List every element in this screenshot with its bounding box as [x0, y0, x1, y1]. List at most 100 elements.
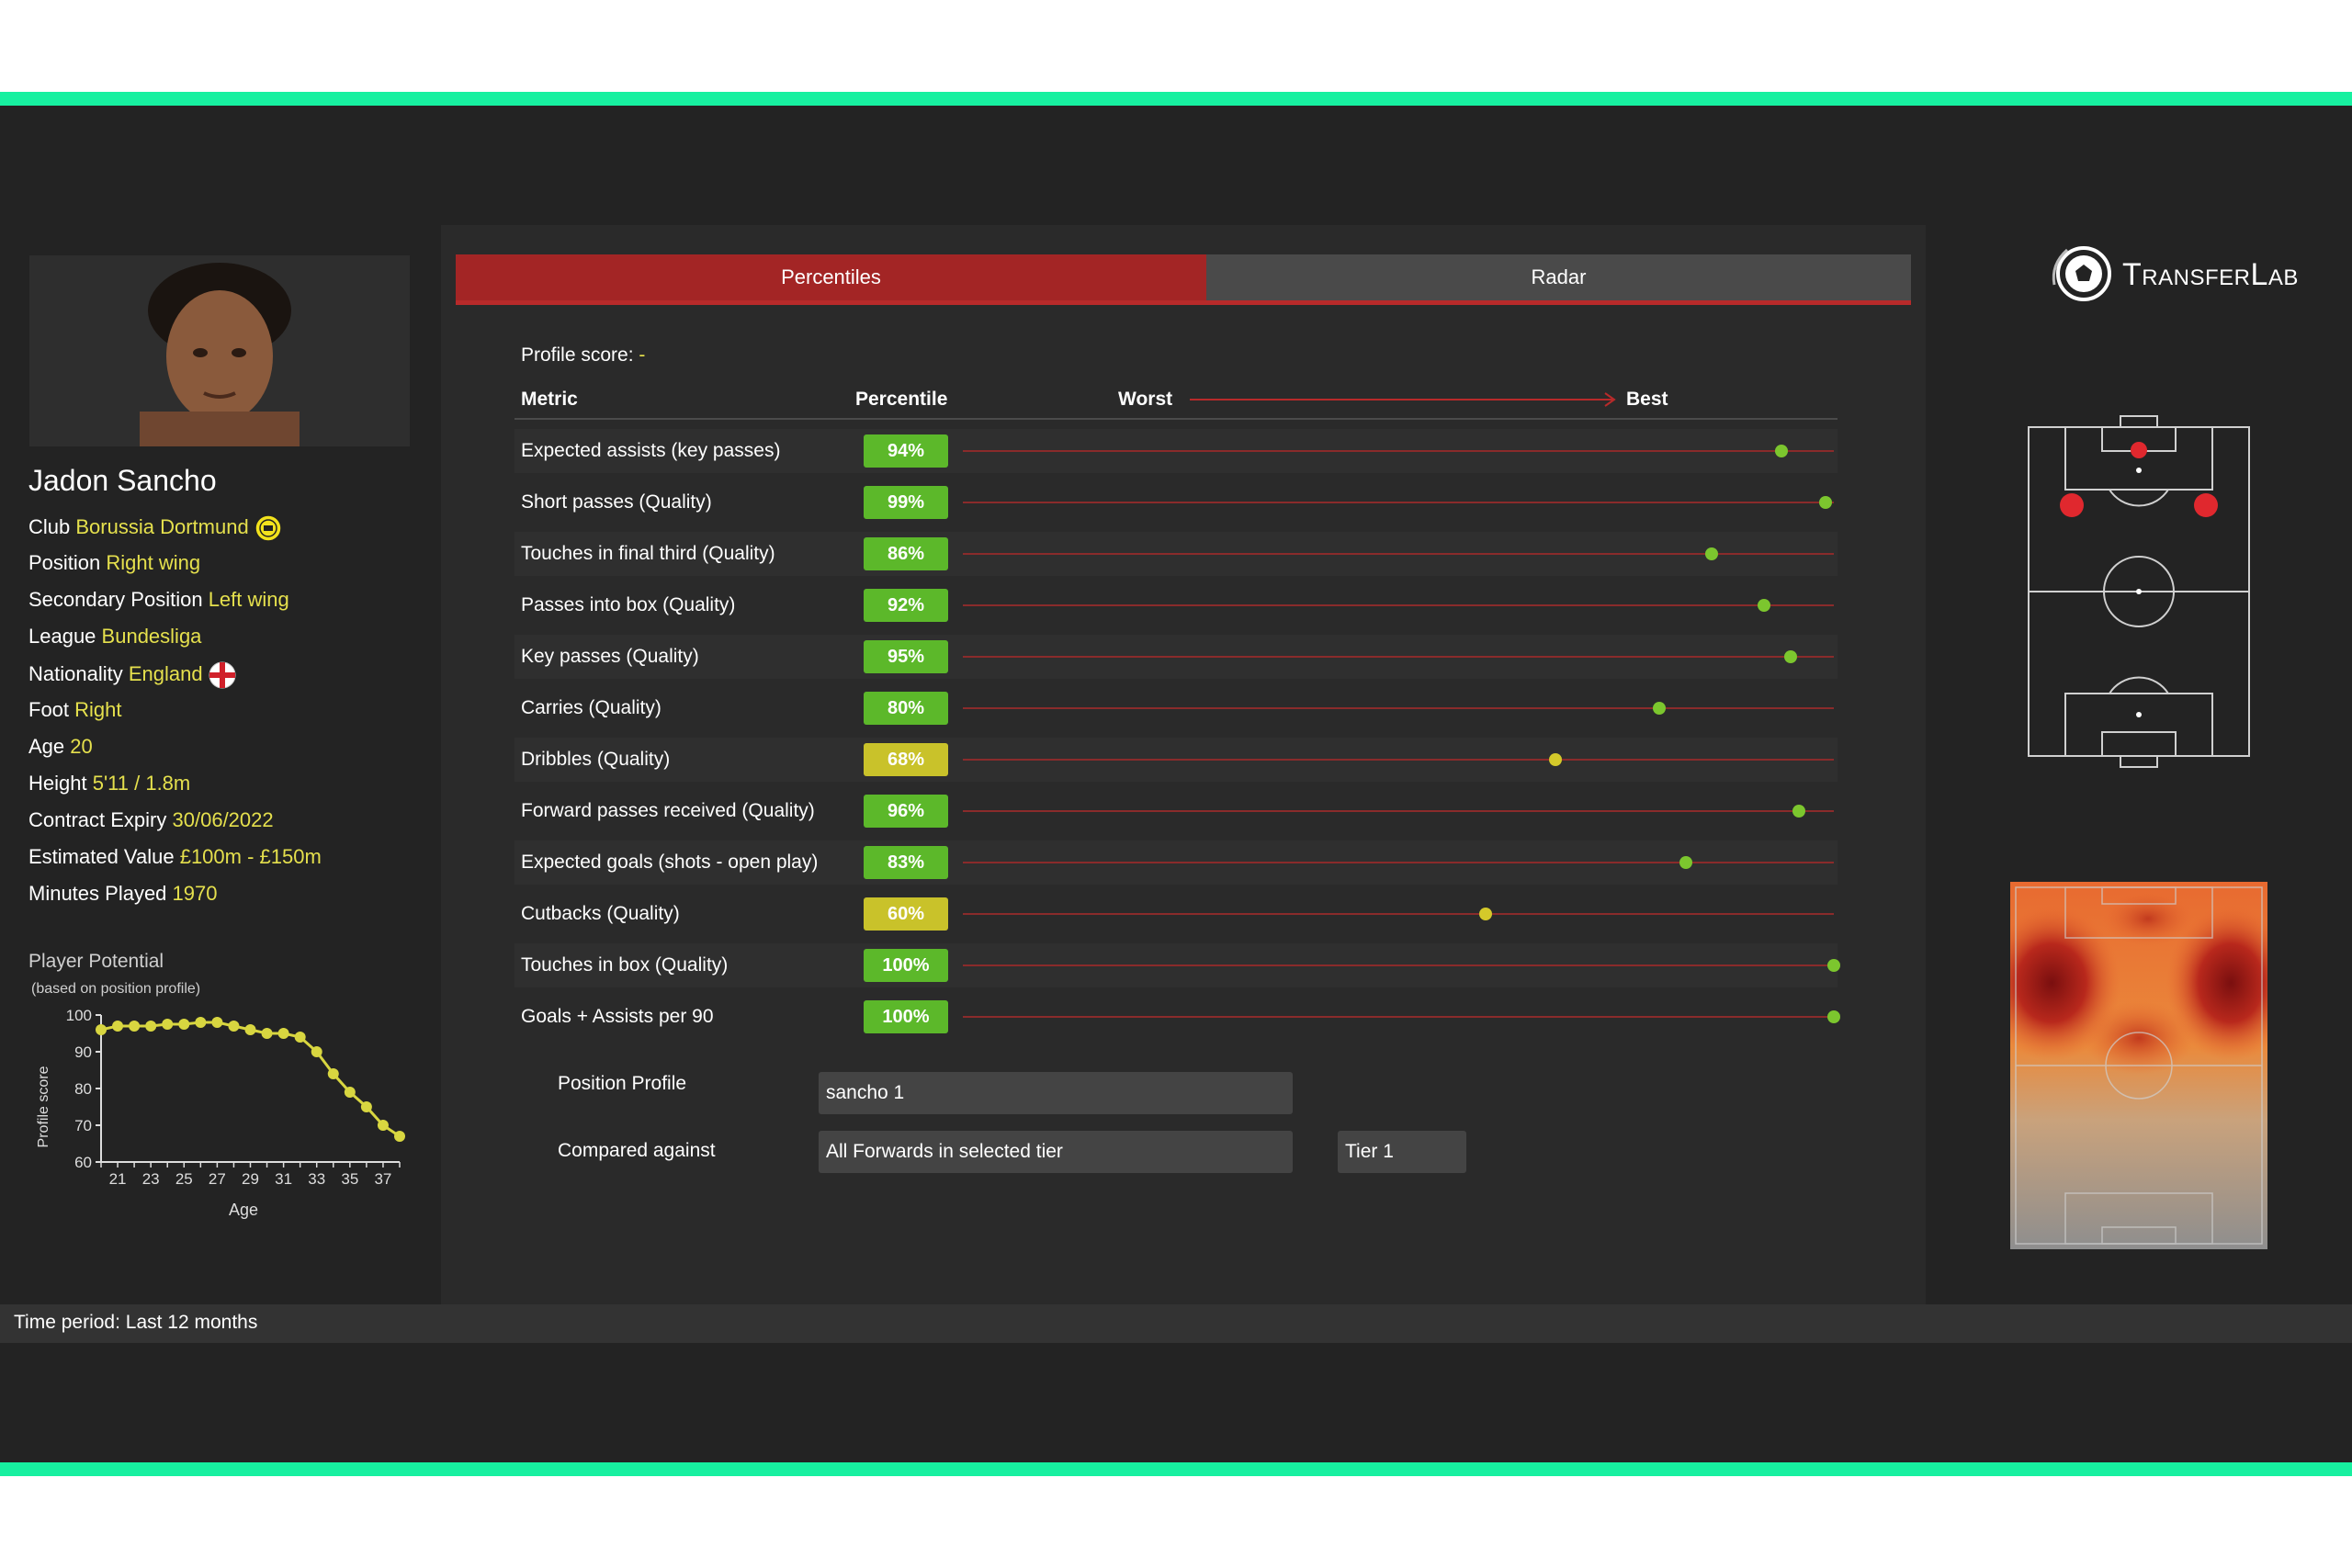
position-marker — [2194, 493, 2218, 517]
percentile-marker — [1792, 805, 1806, 818]
info-nationality: Nationality England — [28, 661, 236, 689]
info-value[interactable]: Bundesliga — [102, 625, 202, 648]
percentile-badge: 96% — [864, 795, 948, 828]
potential-point — [277, 1028, 289, 1039]
info-label: Minutes Played — [28, 882, 167, 905]
info-estimated-value: Estimated Value £100m - £150m — [28, 845, 322, 869]
potential-point — [344, 1087, 356, 1098]
metric-name: Passes into box (Quality) — [521, 594, 736, 615]
tab-radar[interactable]: Radar — [1206, 254, 1911, 300]
info-value: Right wing — [106, 551, 201, 574]
potential-point — [360, 1101, 372, 1112]
worst-to-best-arrow-icon — [1190, 392, 1616, 407]
header-percentile: Percentile — [855, 389, 948, 410]
potential-subtitle: (based on position profile) — [31, 981, 201, 997]
info-value: Right — [74, 698, 122, 721]
position-profile-label: Position Profile — [558, 1073, 687, 1094]
potential-point — [294, 1032, 306, 1043]
potential-point — [112, 1021, 124, 1032]
tier-select[interactable]: Tier 1 — [1338, 1131, 1466, 1173]
metric-name: Touches in box (Quality) — [521, 954, 729, 976]
info-label: Height — [28, 772, 87, 795]
info-age: Age 20 — [28, 735, 93, 759]
potential-point — [394, 1131, 405, 1142]
metric-name: Dribbles (Quality) — [521, 749, 671, 770]
info-label: Club — [28, 514, 71, 538]
metric-name: Goals + Assists per 90 — [521, 1006, 714, 1027]
metric-name: Short passes (Quality) — [521, 491, 712, 513]
info-label: Position — [28, 551, 101, 574]
y-tick-label: 60 — [74, 1154, 92, 1171]
player-sidebar: Jadon Sancho Club Borussia Dortmund Posi… — [0, 220, 439, 1304]
x-tick-label: 23 — [142, 1170, 160, 1188]
position-marker — [2060, 493, 2084, 517]
club-crest-icon — [254, 514, 282, 542]
percentile-track — [963, 810, 1834, 812]
logo-text: TransferLab — [2122, 257, 2299, 292]
bottom-accent-stripe — [0, 1462, 2352, 1476]
percentile-track — [963, 553, 1834, 555]
percentile-track — [963, 656, 1834, 658]
position-profile-select[interactable]: sancho 1 — [819, 1072, 1293, 1114]
metric-name: Cutbacks (Quality) — [521, 903, 680, 924]
percentile-track — [963, 502, 1834, 503]
info-label: League — [28, 625, 96, 648]
info-value: 5'11 / 1.8m — [92, 772, 191, 795]
footer-bar: Time period: Last 12 months — [0, 1304, 2352, 1343]
potential-x-axis-label: Age — [229, 1201, 258, 1219]
percentile-track — [963, 964, 1834, 966]
percentile-marker — [1783, 650, 1797, 663]
percentile-badge: 95% — [864, 640, 948, 673]
potential-point — [195, 1017, 207, 1028]
info-label: Contract Expiry — [28, 808, 167, 831]
info-value: £100m - £150m — [179, 845, 322, 868]
info-foot: Foot Right — [28, 698, 122, 722]
metric-name: Key passes (Quality) — [521, 646, 699, 667]
info-contract-expiry: Contract Expiry 30/06/2022 — [28, 808, 274, 832]
percentile-marker — [1827, 959, 1840, 972]
info-minutes-played: Minutes Played 1970 — [28, 882, 218, 906]
percentile-badge: 94% — [864, 434, 948, 468]
compared-against-select[interactable]: All Forwards in selected tier — [819, 1131, 1293, 1173]
percentile-badge: 86% — [864, 537, 948, 570]
potential-point — [129, 1021, 141, 1032]
info-club: Club Borussia Dortmund — [28, 514, 282, 542]
info-value: 20 — [70, 735, 93, 758]
percentile-marker — [1818, 496, 1832, 509]
info-label: Nationality — [28, 661, 123, 685]
potential-point — [327, 1068, 339, 1079]
info-label: Secondary Position — [28, 588, 203, 611]
percentile-track — [963, 707, 1834, 709]
x-tick-label: 35 — [341, 1170, 358, 1188]
header-metric: Metric — [521, 389, 578, 410]
position-marker — [2131, 442, 2147, 458]
percentile-badge: 60% — [864, 897, 948, 931]
potential-point — [162, 1019, 174, 1030]
profile-score: Profile score: - — [521, 344, 645, 367]
metric-name: Expected goals (shots - open play) — [521, 852, 819, 873]
potential-point — [261, 1028, 273, 1039]
potential-point — [377, 1120, 389, 1131]
info-secondary-position: Secondary Position Left wing — [28, 588, 289, 612]
metric-name: Carries (Quality) — [521, 697, 662, 718]
profile-score-label: Profile score: — [521, 344, 634, 366]
percentile-marker — [1478, 908, 1492, 920]
x-tick-label: 25 — [175, 1170, 193, 1188]
x-tick-label: 33 — [308, 1170, 325, 1188]
info-value[interactable]: Borussia Dortmund — [75, 515, 248, 538]
header-divider — [514, 418, 1838, 420]
info-label: Estimated Value — [28, 845, 175, 868]
percentile-badge: 92% — [864, 589, 948, 622]
y-tick-label: 70 — [74, 1117, 92, 1134]
percentile-marker — [1827, 1010, 1840, 1023]
profile-score-value: - — [639, 344, 646, 366]
potential-point — [178, 1019, 190, 1030]
percentile-track — [963, 913, 1834, 915]
tab-percentiles[interactable]: Percentiles — [456, 254, 1206, 300]
x-tick-label: 31 — [275, 1170, 292, 1188]
metric-name: Expected assists (key passes) — [521, 440, 781, 461]
info-value: Left wing — [208, 588, 289, 611]
potential-point — [228, 1021, 240, 1032]
transferlab-logo: TransferLab — [2047, 237, 2332, 310]
player-name: Jadon Sancho — [28, 464, 217, 497]
